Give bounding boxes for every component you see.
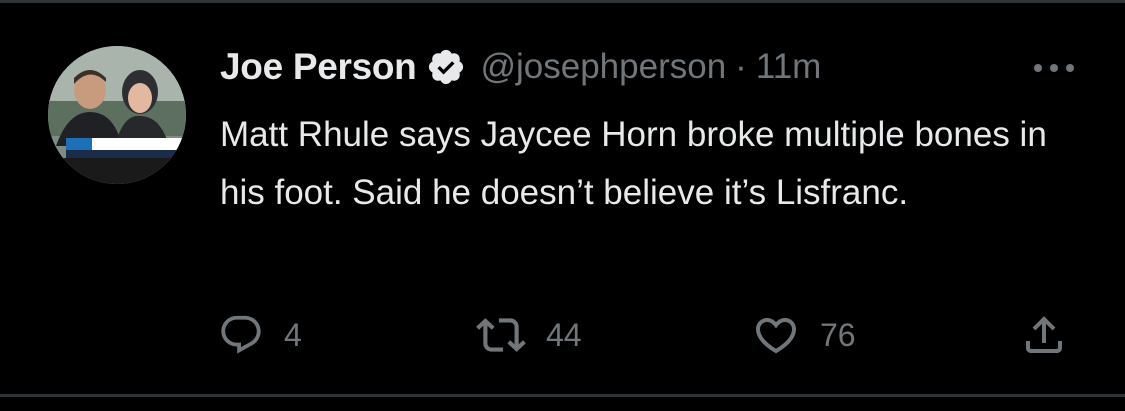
author-name[interactable]: Joe Person	[220, 46, 417, 88]
tweet-text: Matt Rhule says Jaycee Horn broke multip…	[220, 115, 1047, 212]
top-divider	[0, 0, 1125, 3]
avatar-photo	[48, 46, 186, 184]
separator-dot: ·	[735, 47, 747, 86]
tweet-header: Joe Person @josephperson · 11m	[220, 44, 821, 90]
share-button[interactable]	[1020, 310, 1068, 360]
reply-count: 4	[284, 316, 302, 353]
author-handle[interactable]: @josephperson	[480, 47, 726, 87]
bottom-divider	[0, 394, 1125, 397]
more-horizontal-icon[interactable]	[1030, 56, 1078, 80]
avatar[interactable]	[48, 46, 186, 184]
retweet-button[interactable]: 44	[476, 310, 582, 360]
reply-button[interactable]: 4	[218, 310, 302, 360]
reply-icon	[221, 315, 261, 354]
timestamp[interactable]: 11m	[756, 47, 822, 87]
verified-badge-icon	[429, 49, 464, 85]
retweet-count: 44	[546, 316, 582, 353]
like-count: 76	[820, 316, 856, 353]
retweet-icon	[476, 318, 526, 352]
heart-icon	[755, 318, 797, 354]
share-icon	[1026, 316, 1062, 353]
like-button[interactable]: 76	[752, 310, 856, 360]
